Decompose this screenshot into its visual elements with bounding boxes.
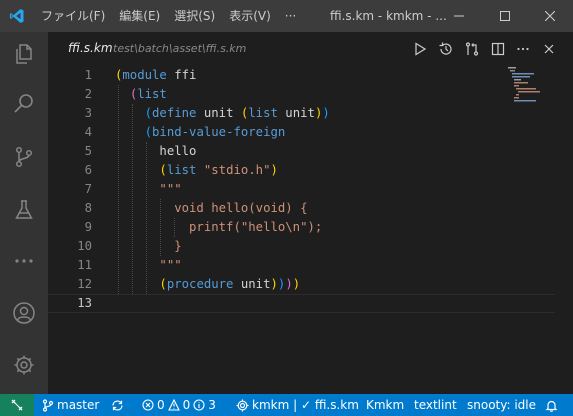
maximize-button[interactable] [482,0,528,32]
linter-status[interactable]: textlint [414,394,457,416]
code-editor[interactable]: 1 2 3 4 5 6 7 8 9 10 11 12 13 (module ff… [48,66,573,394]
line-number: 11 [77,258,92,272]
line-number: 4 [84,125,92,139]
settings-gear-icon[interactable] [0,343,48,387]
line-number: 6 [84,163,92,177]
account-icon[interactable] [0,291,48,335]
source-control-icon[interactable] [0,135,48,179]
git-branch-label: master [57,398,100,412]
line-number: 7 [84,182,92,196]
search-icon[interactable] [0,82,48,126]
tab-title[interactable]: ffi.s.km [68,41,113,55]
status-bar: master 0 0 3 kmkm | ✓ ffi.s.km Kmkm text… [0,394,573,416]
line-number: 9 [84,220,92,234]
info-count: 3 [208,398,216,412]
line-number: 2 [84,87,92,101]
testing-flask-icon[interactable] [0,188,48,232]
code-line: } [115,239,182,253]
line-number-gutter: 1 2 3 4 5 6 7 8 9 10 11 12 13 [48,66,92,313]
notifications-bell-icon[interactable] [545,394,558,416]
project-status-item[interactable]: kmkm | ✓ ffi.s.km [236,394,359,416]
menu-view[interactable]: 表示(V) [222,0,278,32]
vscode-logo-icon [0,0,34,32]
line-number: 12 [77,277,92,291]
window-title: ffi.s.km - kmkm - ... [330,9,447,23]
line-number: 1 [84,68,92,82]
title-bar: ファイル(F) 編集(E) 選択(S) 表示(V) ··· ffi.s.km -… [0,0,573,32]
run-icon[interactable] [407,32,433,66]
code-line: (list [129,87,167,101]
code-line: (bind-value-foreign [144,125,286,139]
tab-path: test\batch\asset\ffi.s.km [113,42,247,55]
line-number: 8 [84,201,92,215]
remote-indicator-icon[interactable] [0,394,34,416]
code-line: void hello(void) { [115,201,308,215]
more-views-icon[interactable] [0,239,48,283]
line-number: 10 [77,239,92,253]
error-count: 0 [157,398,165,412]
snooty-status[interactable]: snooty: idle [467,394,536,416]
menu-selection[interactable]: 選択(S) [167,0,222,32]
line-number: 3 [84,106,92,120]
git-branch-item[interactable]: master [42,394,99,416]
sync-icon[interactable] [111,394,124,416]
minimap[interactable] [506,66,566,126]
code-line-current [48,294,555,313]
minimize-button[interactable] [436,0,482,32]
code-lines[interactable]: (module ffi (list (define unit (list uni… [48,66,555,313]
info-icon [193,399,205,411]
language-mode[interactable]: Kmkm [366,394,404,416]
code-line: (list "stdio.h") [159,163,278,177]
menu-file[interactable]: ファイル(F) [34,0,112,32]
menu-bar: ファイル(F) 編集(E) 選択(S) 表示(V) ··· [34,0,303,32]
code-line: (define unit (list unit)) [144,106,330,120]
activity-bar [0,32,48,394]
warning-icon [167,399,180,411]
explorer-icon[interactable] [0,32,48,76]
project-status-label: kmkm | ✓ ffi.s.km [252,398,359,412]
editor-tab-bar: ffi.s.km test\batch\asset\ffi.s.km [48,32,573,66]
split-editor-icon[interactable] [485,32,511,66]
error-icon [142,399,154,411]
code-line: hello [115,144,197,158]
code-line: """ [115,182,182,196]
timeline-history-icon[interactable] [433,32,459,66]
code-line: (procedure unit)))) [159,277,301,291]
git-branch-icon [42,398,54,412]
problems-item[interactable]: 0 0 3 [142,394,216,416]
code-line: (module ffi [115,68,197,82]
close-editor-icon[interactable] [536,32,562,66]
code-line: printf("hello\n"); [115,220,323,234]
code-line: """ [115,258,182,272]
menu-more[interactable]: ··· [278,0,303,32]
line-number: 5 [84,144,92,158]
open-changes-icon[interactable] [459,32,485,66]
menu-edit[interactable]: 編集(E) [112,0,167,32]
close-button[interactable] [527,0,573,32]
gear-icon [236,399,249,411]
more-actions-icon[interactable] [510,32,536,66]
warning-count: 0 [182,398,191,412]
